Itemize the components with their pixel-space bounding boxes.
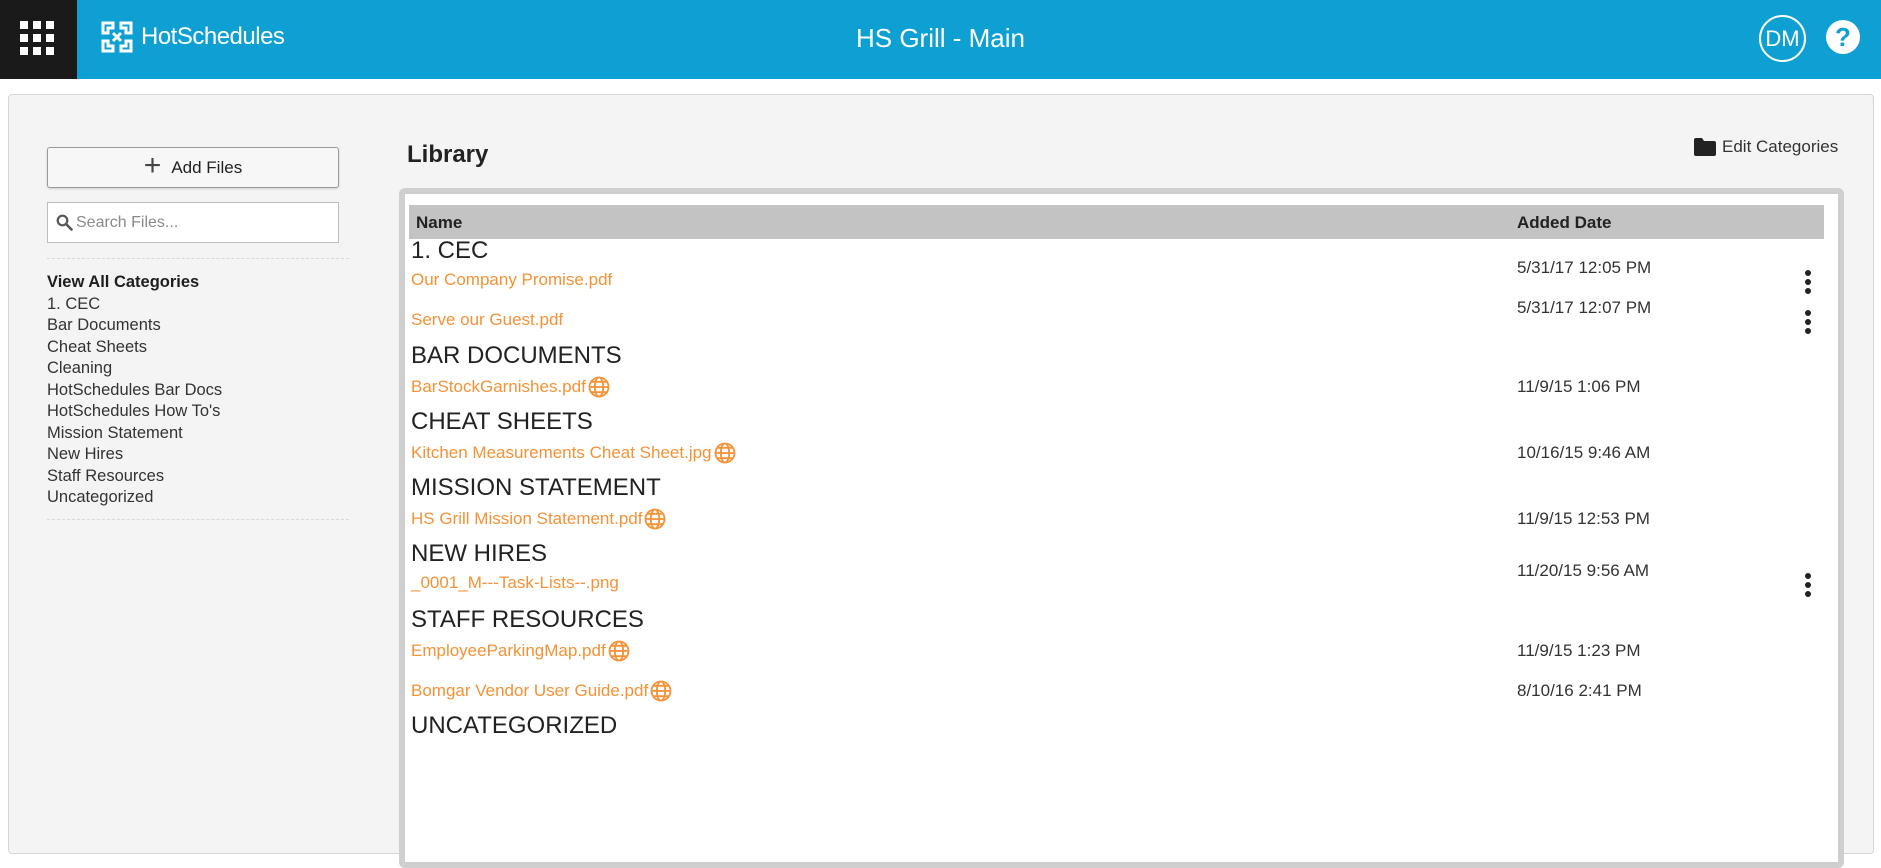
category-item[interactable]: Mission Statement	[47, 423, 222, 445]
more-options-icon[interactable]	[1798, 571, 1818, 599]
plus-icon: +	[143, 149, 162, 182]
file-added-date: 11/9/15 1:23 PM	[1517, 641, 1641, 660]
edit-categories-label: Edit Categories	[1722, 137, 1839, 156]
file-added-date: 8/10/16 2:41 PM	[1517, 681, 1642, 700]
sidebar-divider-top	[47, 258, 349, 259]
file-name: HS Grill Mission Statement.pdf	[411, 509, 643, 528]
category-group-title: MISSION STATEMENT	[411, 474, 661, 501]
more-options-icon[interactable]	[1798, 308, 1818, 336]
search-files-box	[47, 202, 339, 243]
category-item[interactable]: Uncategorized	[47, 487, 222, 509]
search-icon	[56, 214, 73, 231]
category-item[interactable]: HotSchedules How To's	[47, 401, 222, 423]
file-name: BarStockGarnishes.pdf	[411, 377, 586, 396]
user-avatar[interactable]: DM	[1759, 15, 1806, 62]
column-header-added-date[interactable]: Added Date	[1517, 213, 1611, 233]
file-added-date: 10/16/15 9:46 AM	[1517, 443, 1651, 462]
help-button[interactable]: ?	[1826, 20, 1860, 54]
category-group-title: NEW HIRES	[411, 540, 548, 567]
category-item[interactable]: Cleaning	[47, 358, 222, 380]
category-group-title: UNCATEGORIZED	[411, 712, 618, 739]
add-files-button[interactable]: + Add Files	[47, 147, 339, 188]
file-added-date: 11/9/15 12:53 PM	[1517, 509, 1650, 528]
library-title: Library	[407, 141, 489, 168]
more-options-icon[interactable]	[1798, 268, 1818, 296]
category-item[interactable]: New Hires	[47, 444, 222, 466]
file-added-date: 5/31/17 12:07 PM	[1517, 298, 1652, 317]
category-item[interactable]: View All Categories	[47, 272, 222, 294]
file-link[interactable]: HS Grill Mission Statement.pdf	[411, 507, 667, 531]
file-name: Kitchen Measurements Cheat Sheet.jpg	[411, 443, 712, 462]
category-group-title: STAFF RESOURCES	[411, 606, 644, 633]
file-added-date: 11/20/15 9:56 AM	[1517, 561, 1650, 580]
globe-icon	[607, 639, 631, 663]
file-name: Our Company Promise.pdf	[411, 270, 613, 289]
file-name: EmployeeParkingMap.pdf	[411, 641, 606, 660]
category-item[interactable]: Bar Documents	[47, 315, 222, 337]
globe-icon	[587, 375, 611, 399]
sidebar-divider-bottom	[47, 519, 349, 520]
library-table: Name Added Date 1. CEC Our Company Promis…	[399, 188, 1844, 868]
file-link[interactable]: BarStockGarnishes.pdf	[411, 375, 611, 399]
category-item[interactable]: HotSchedules Bar Docs	[47, 380, 222, 402]
file-link[interactable]: Our Company Promise.pdf	[411, 270, 612, 290]
add-files-label: Add Files	[171, 157, 243, 177]
search-files-input[interactable]	[76, 213, 326, 232]
globe-icon	[649, 679, 673, 703]
file-name: _0001_M---Task-Lists--.png	[411, 573, 619, 592]
file-added-date: 11/9/15 1:06 PM	[1517, 377, 1641, 396]
main-panel: + Add Files View All Categories1. CECBar…	[8, 94, 1874, 868]
column-header-name[interactable]: Name	[416, 213, 462, 233]
file-link[interactable]: Bomgar Vendor User Guide.pdf	[411, 679, 673, 703]
file-link[interactable]: Kitchen Measurements Cheat Sheet.jpg	[411, 441, 737, 465]
file-link[interactable]: Serve our Guest.pdf	[411, 310, 563, 330]
category-item[interactable]: 1. CEC	[47, 294, 222, 316]
globe-icon	[713, 441, 737, 465]
category-item[interactable]: Staff Resources	[47, 466, 222, 488]
category-item[interactable]: Cheat Sheets	[47, 337, 222, 359]
globe-icon	[643, 507, 667, 531]
file-name: Bomgar Vendor User Guide.pdf	[411, 681, 649, 700]
file-link[interactable]: _0001_M---Task-Lists--.png	[411, 573, 619, 593]
folder-icon	[1694, 138, 1716, 156]
category-group-title: 1. CEC	[411, 237, 489, 264]
category-group-title: CHEAT SHEETS	[411, 408, 593, 435]
category-group-title: BAR DOCUMENTS	[411, 342, 622, 369]
file-link[interactable]: EmployeeParkingMap.pdf	[411, 639, 631, 663]
edit-categories-button[interactable]: Edit Categories	[1694, 137, 1838, 157]
top-bar: HotSchedules HS Grill - Main DM ?	[0, 0, 1881, 79]
file-added-date: 5/31/17 12:05 PM	[1517, 258, 1652, 277]
category-list: View All Categories 1. CEC Bar Documents Ch…	[47, 272, 222, 509]
location-title: HS Grill - Main	[855, 23, 1025, 53]
file-name: Serve our Guest.pdf	[411, 310, 564, 329]
table-header: Name Added Date	[409, 205, 1824, 239]
